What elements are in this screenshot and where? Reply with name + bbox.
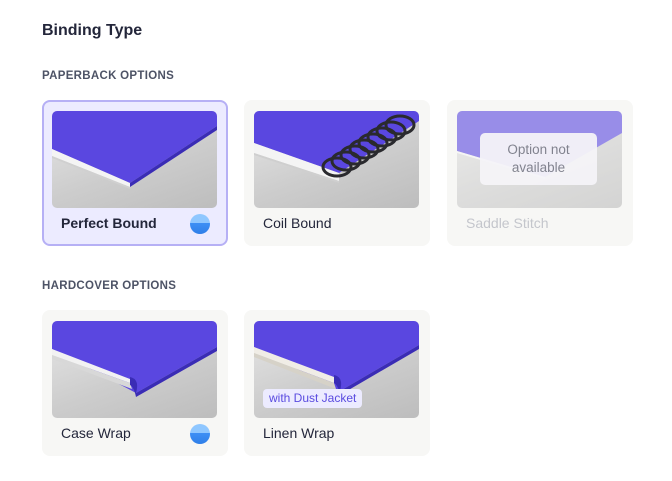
unavailable-overlay: Option not available [480,133,597,185]
binding-option-perfect-bound[interactable]: Perfect Bound [42,100,228,246]
linen-wrap-image: with Dust Jacket [254,321,419,418]
blue-circle-icon [190,424,210,444]
binding-option-saddle-stitch: Option not available Saddle Stitch [447,100,633,246]
coil-bound-image [254,111,419,208]
saddle-stitch-image: Option not available [457,111,622,208]
dust-jacket-tag: with Dust Jacket [263,389,363,408]
binding-option-label: Case Wrap [61,425,131,441]
binding-option-label: Saddle Stitch [466,215,549,231]
hardcover-section-label: HARDCOVER OPTIONS [42,280,177,292]
paperback-section-label: PAPERBACK OPTIONS [42,70,175,82]
binding-option-coil-bound[interactable]: Coil Bound [244,100,430,246]
binding-option-label: Coil Bound [263,215,332,231]
page-title: Binding Type [42,22,143,39]
perfect-bound-image [52,111,217,208]
binding-option-label: Linen Wrap [263,425,335,441]
blue-circle-icon [190,214,210,234]
case-wrap-image [52,321,217,418]
binding-option-label: Perfect Bound [61,215,157,231]
binding-option-case-wrap[interactable]: Case Wrap [42,310,228,456]
binding-option-linen-wrap[interactable]: with Dust Jacket Linen Wrap [244,310,430,456]
